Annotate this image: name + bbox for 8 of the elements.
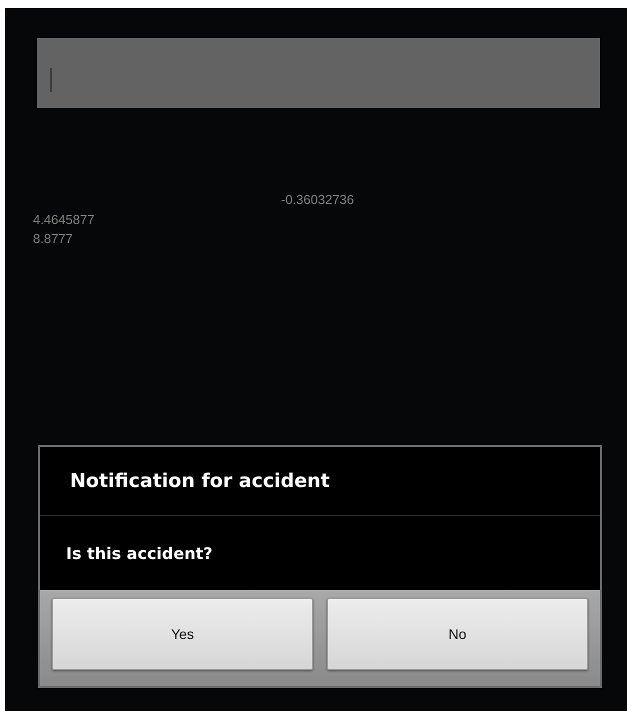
sensor-reading: 4.4645877 [33,211,94,229]
no-button[interactable]: No [327,598,588,670]
sensor-reading: 8.8777 [33,230,74,248]
text-field[interactable] [37,38,600,108]
sensor-reading: -0.36032736 [281,192,354,207]
yes-button[interactable]: Yes [52,598,313,670]
dialog-message: Is this accident? [66,544,213,562]
dialog-title: Notification for accident [70,470,330,492]
